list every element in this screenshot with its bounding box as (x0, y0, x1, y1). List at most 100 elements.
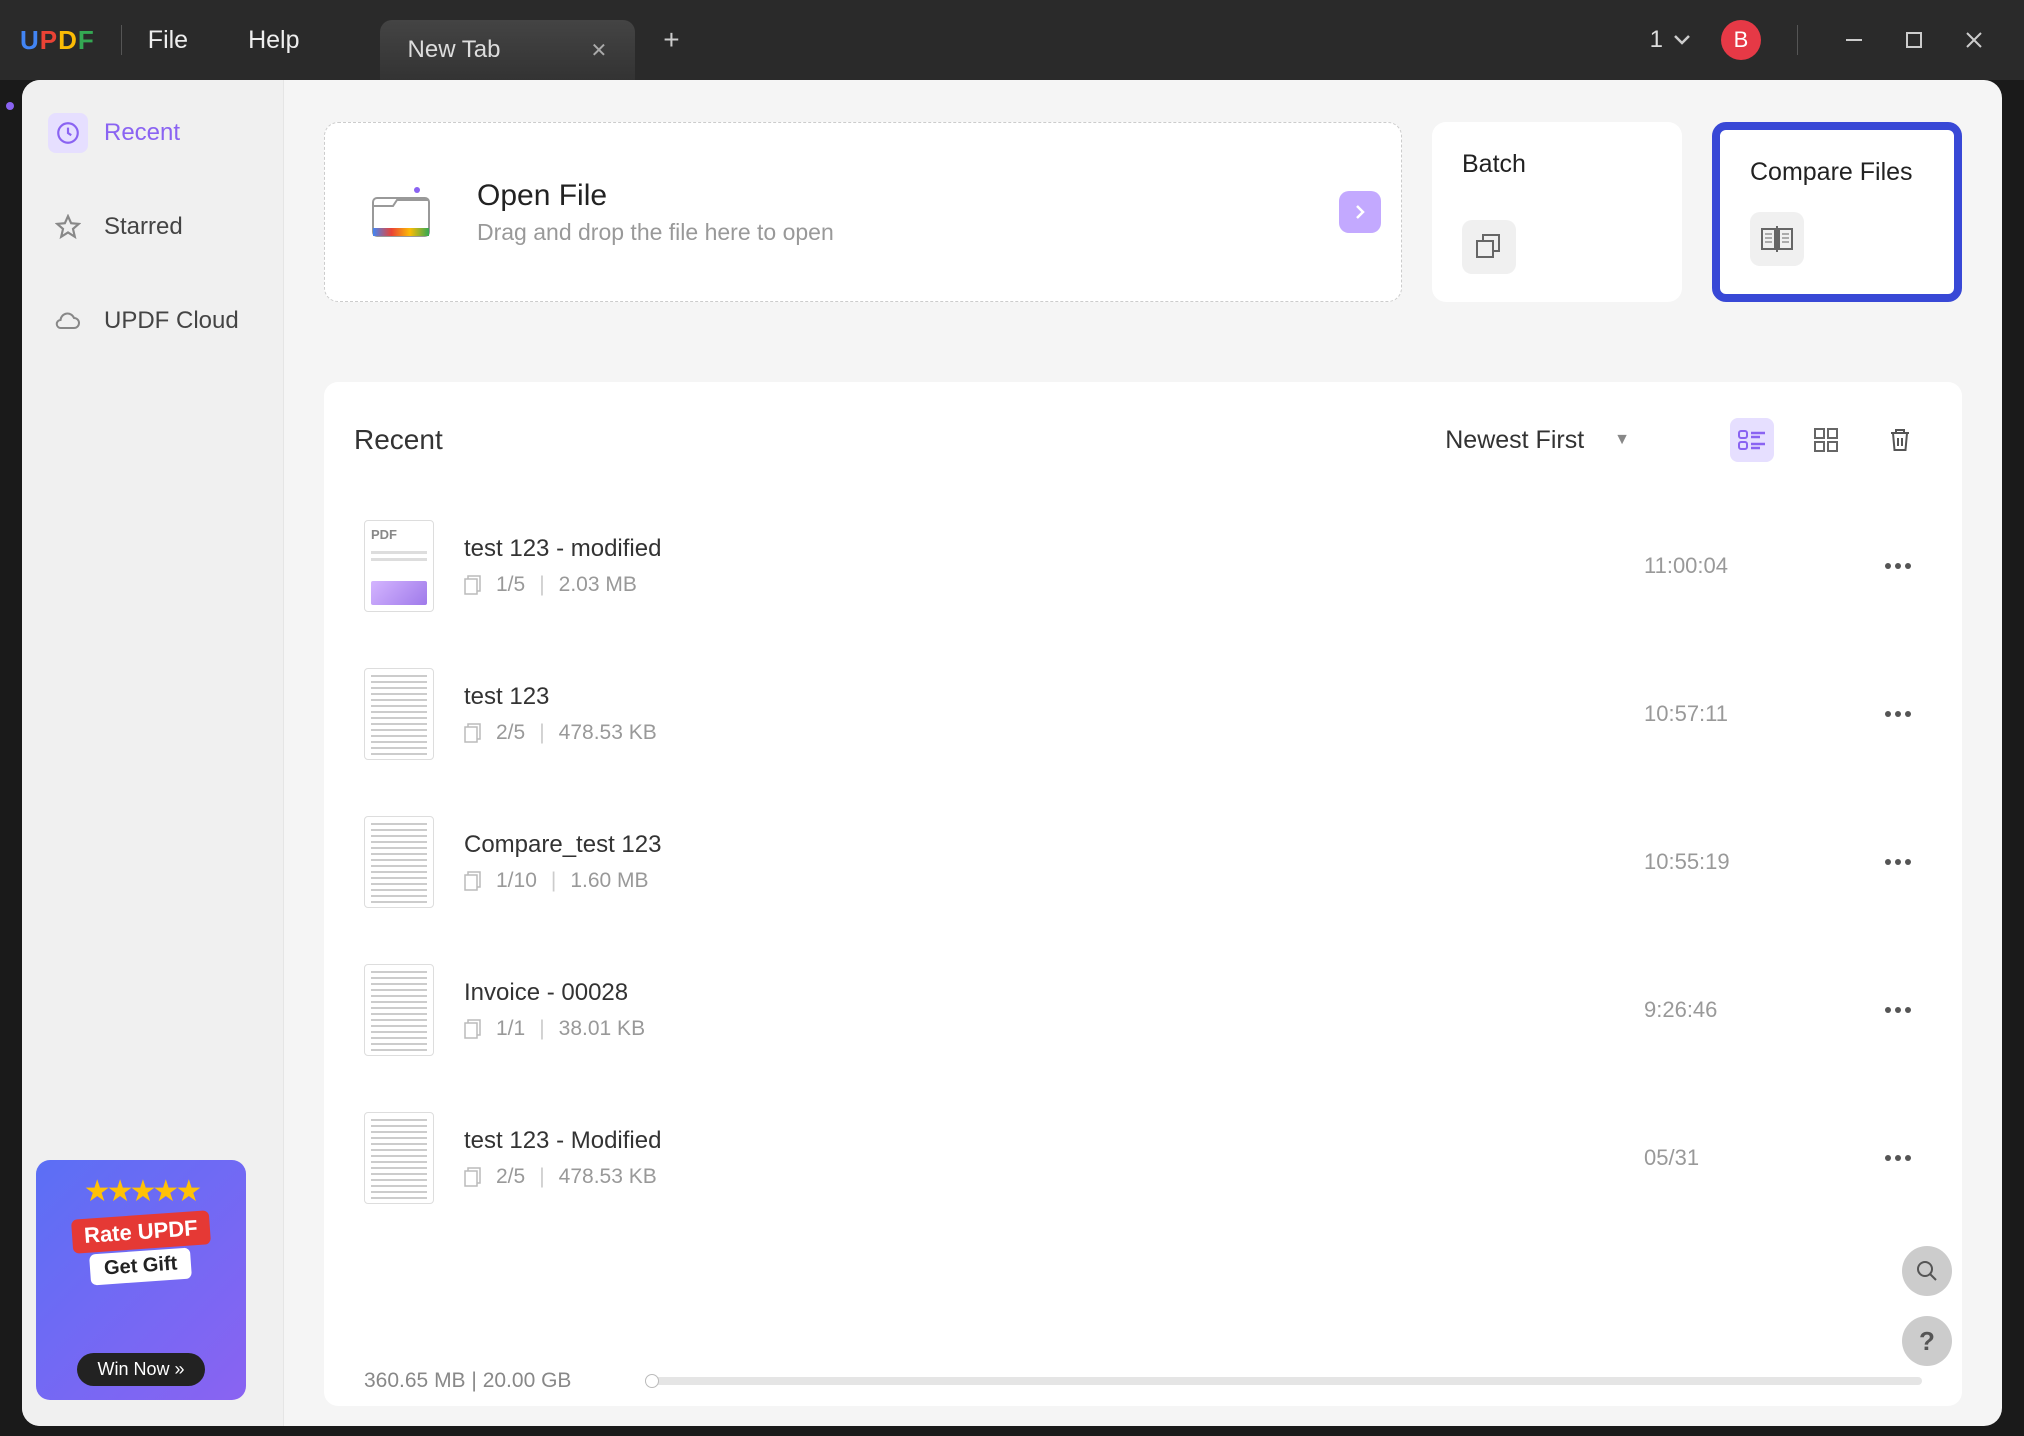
file-time: 9:26:46 (1644, 997, 1844, 1023)
caret-down-icon: ▼ (1614, 431, 1630, 449)
sidebar-item-recent[interactable]: Recent (36, 106, 269, 160)
file-thumbnail (364, 668, 434, 760)
more-icon (1884, 562, 1912, 570)
app-frame: Recent Starred UPDF Cloud ★★★★★ Rate UPD… (22, 80, 2002, 1426)
file-list[interactable]: test 123 - modified1/5|2.03 MB11:00:04te… (354, 492, 1952, 1346)
cloud-icon (48, 301, 88, 341)
compare-files-card[interactable]: Compare Files (1712, 122, 1962, 302)
file-meta: 1/1|38.01 KB (464, 1017, 1614, 1041)
tab-new[interactable]: New Tab ✕ (380, 20, 636, 80)
file-more-button[interactable] (1874, 848, 1922, 876)
file-more-button[interactable] (1874, 700, 1922, 728)
sidebar-item-cloud[interactable]: UPDF Cloud (36, 294, 269, 348)
top-cards: Open File Drag and drop the file here to… (324, 122, 1962, 302)
file-thumbnail (364, 1112, 434, 1204)
help-float-button[interactable]: ? (1902, 1316, 1952, 1366)
progress-thumb[interactable] (645, 1374, 659, 1388)
open-file-title: Open File (477, 179, 834, 213)
divider (1797, 25, 1798, 55)
sort-label: Newest First (1445, 426, 1584, 455)
star-icon (48, 207, 88, 247)
file-name: test 123 - modified (464, 535, 1614, 563)
menu-help[interactable]: Help (248, 26, 299, 55)
main-content: Open File Drag and drop the file here to… (284, 80, 2002, 1426)
grid-view-button[interactable] (1804, 418, 1848, 462)
file-time: 10:55:19 (1644, 849, 1844, 875)
tab-title: New Tab (408, 36, 501, 64)
logo: UPDF (20, 25, 95, 56)
search-icon (1915, 1259, 1939, 1283)
file-name: test 123 (464, 683, 1614, 711)
file-row[interactable]: test 123 - modified1/5|2.03 MB11:00:04 (354, 492, 1932, 640)
list-view-button[interactable] (1730, 418, 1774, 462)
folder-icon (369, 184, 433, 240)
avatar[interactable]: B (1721, 20, 1761, 60)
file-thumbnail (364, 816, 434, 908)
menu-file[interactable]: File (148, 26, 188, 55)
more-icon (1884, 710, 1912, 718)
chevron-right-icon (1354, 204, 1366, 220)
close-icon[interactable]: ✕ (590, 38, 607, 63)
trash-icon (1888, 427, 1912, 453)
file-row[interactable]: Invoice - 00028 1/1|38.01 KB 9:26:46 (354, 936, 1932, 1084)
file-more-button[interactable] (1874, 1144, 1922, 1172)
file-thumbnail (364, 520, 434, 612)
sidebar-item-starred[interactable]: Starred (36, 200, 269, 254)
pages-icon (464, 1019, 482, 1039)
new-tab-button[interactable]: + (663, 24, 679, 56)
grid-view-icon (1813, 427, 1839, 453)
window-count-dropdown[interactable]: 1 (1650, 26, 1691, 54)
file-more-button[interactable] (1874, 996, 1922, 1024)
clock-icon (48, 113, 88, 153)
divider (121, 25, 122, 55)
compare-icon (1750, 212, 1804, 266)
file-row[interactable]: test 123 2/5|478.53 KB 10:57:11 (354, 640, 1932, 788)
sort-dropdown[interactable]: Newest First ▼ (1445, 426, 1630, 455)
trash-button[interactable] (1878, 418, 1922, 462)
file-meta: 2/5|478.53 KB (464, 721, 1614, 745)
recent-section: Recent Newest First ▼ (324, 382, 1962, 1406)
pages-icon (464, 1167, 482, 1187)
file-thumbnail (364, 964, 434, 1056)
file-time: 05/31 (1644, 1145, 1844, 1171)
open-file-subtitle: Drag and drop the file here to open (477, 219, 834, 246)
file-meta: 1/5|2.03 MB (464, 573, 1614, 597)
file-meta: 2/5|478.53 KB (464, 1165, 1614, 1189)
storage-text: 360.65 MB | 20.00 GB (364, 1369, 571, 1393)
file-row[interactable]: Compare_test 1231/10|1.60 MB10:55:19 (354, 788, 1932, 936)
window-count: 1 (1650, 26, 1663, 54)
help-icon: ? (1919, 1326, 1935, 1357)
storage-progress[interactable] (645, 1377, 1922, 1385)
list-view-icon (1738, 429, 1766, 451)
file-time: 10:57:11 (1644, 701, 1844, 727)
sidebar: Recent Starred UPDF Cloud ★★★★★ Rate UPD… (22, 80, 284, 1426)
batch-icon (1462, 220, 1516, 274)
maximize-button[interactable] (1884, 20, 1944, 60)
open-file-arrow[interactable] (1339, 191, 1381, 233)
sidebar-item-label: Recent (104, 119, 180, 147)
file-more-button[interactable] (1874, 552, 1922, 580)
file-name: Compare_test 123 (464, 831, 1614, 859)
batch-label: Batch (1462, 150, 1652, 179)
more-icon (1884, 858, 1912, 866)
more-icon (1884, 1154, 1912, 1162)
sidebar-item-label: Starred (104, 213, 183, 241)
bottom-bar: 360.65 MB | 20.00 GB (354, 1356, 1952, 1406)
batch-card[interactable]: Batch (1432, 122, 1682, 302)
search-float-button[interactable] (1902, 1246, 1952, 1296)
pages-icon (464, 723, 482, 743)
open-file-card[interactable]: Open File Drag and drop the file here to… (324, 122, 1402, 302)
rate-badge: Rate UPDF (71, 1210, 211, 1254)
file-name: test 123 - Modified (464, 1127, 1614, 1155)
file-row[interactable]: test 123 - Modified 2/5|478.53 KB 05/31 (354, 1084, 1932, 1232)
recent-title: Recent (354, 424, 443, 456)
file-name: Invoice - 00028 (464, 979, 1614, 1007)
promo-banner[interactable]: ★★★★★ Rate UPDF Get Gift Win Now » (36, 1160, 246, 1400)
titlebar: UPDF File Help New Tab ✕ + 1 B (0, 0, 2024, 80)
close-window-button[interactable] (1944, 20, 2004, 60)
chevron-down-icon (1673, 34, 1691, 46)
selection-dot (6, 102, 14, 110)
minimize-button[interactable] (1824, 20, 1884, 60)
win-now-button[interactable]: Win Now » (77, 1353, 204, 1386)
more-icon (1884, 1006, 1912, 1014)
